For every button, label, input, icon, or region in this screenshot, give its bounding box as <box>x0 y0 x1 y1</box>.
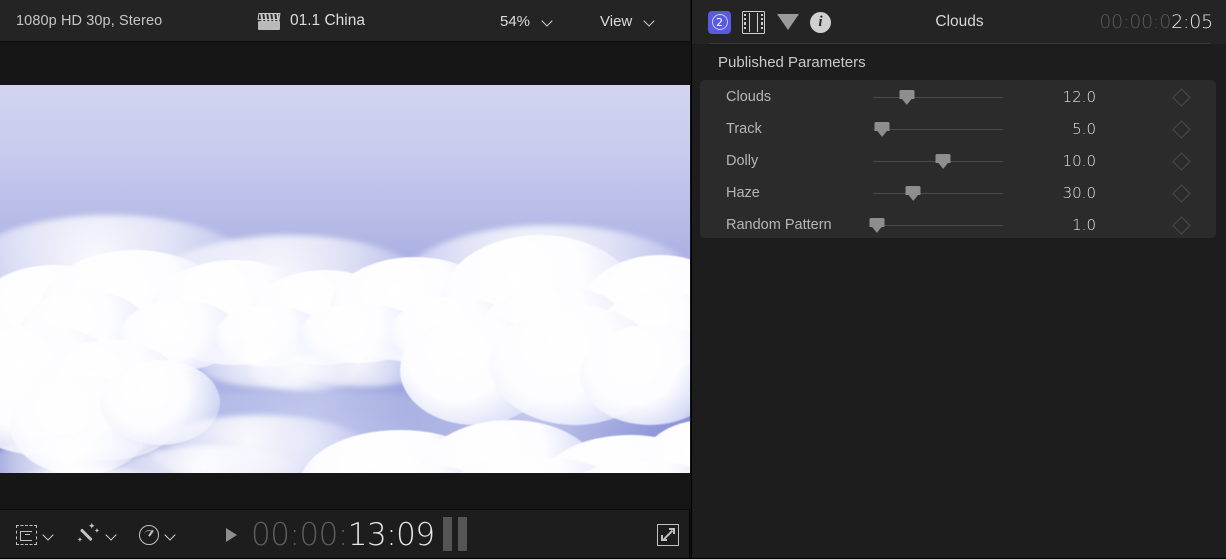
effects-badge-count: 2 <box>711 14 728 30</box>
slider-thumb[interactable] <box>905 186 921 201</box>
parameter-name-label: Random Pattern <box>726 217 832 233</box>
playhead-timecode-group[interactable]: 00:00: 13:09 <box>226 510 435 559</box>
pause-bars-icon[interactable] <box>443 517 467 551</box>
slider-thumb[interactable] <box>869 218 885 233</box>
slider-track <box>873 224 1003 226</box>
zoom-level-menu[interactable]: 54% <box>500 0 553 42</box>
parameter-name-label: Clouds <box>726 89 772 105</box>
parameter-row: Haze 30.0 <box>700 177 1216 209</box>
viewer-toolbar: 1080p HD 30p, Stereo 01.1 China 54% View <box>0 0 690 42</box>
parameter-value[interactable]: 5.0 <box>1010 120 1096 138</box>
parameter-value[interactable]: 30.0 <box>1010 184 1096 202</box>
timecode-dim-part: 00:00: <box>251 516 348 553</box>
parameter-value[interactable]: 1.0 <box>1010 216 1096 234</box>
parameter-row: Dolly 10.0 <box>700 145 1216 177</box>
viewer-pane: 1080p HD 30p, Stereo 01.1 China 54% View <box>0 0 690 558</box>
retime-button[interactable] <box>139 524 176 545</box>
timecode-bright-part: 13:09 <box>347 516 435 553</box>
keyframe-diamond-icon[interactable] <box>1172 119 1191 139</box>
slider-track <box>873 128 1003 130</box>
inspector-toolbar: 2 i Clouds 00:00:0 2:05 <box>692 0 1226 44</box>
chevron-down-icon <box>166 530 176 540</box>
clip-name-label: 01.1 China <box>290 12 365 29</box>
viewer-bottom-toolbar: ✦ ✦ ✦ 00:00: 13:09 <box>0 509 690 558</box>
film-strip-icon[interactable] <box>742 10 765 34</box>
effects-badge-icon[interactable]: 2 <box>708 10 731 34</box>
magic-wand-icon: ✦ ✦ ✦ <box>77 522 100 545</box>
parameter-row: Random Pattern 1.0 <box>700 209 1216 241</box>
keyframe-diamond-icon[interactable] <box>1172 183 1191 203</box>
parameter-slider[interactable] <box>873 85 1003 109</box>
info-icon[interactable]: i <box>810 12 831 33</box>
parameter-row: Clouds 12.0 <box>700 81 1216 113</box>
crop-transform-icon <box>16 524 37 545</box>
inspector-divider <box>709 43 1210 44</box>
parameter-slider[interactable] <box>873 117 1003 141</box>
parameter-name-label: Dolly <box>726 153 759 169</box>
slider-thumb[interactable] <box>899 90 915 105</box>
crop-transform-button[interactable] <box>16 524 54 545</box>
info-icon-glyph: i <box>818 14 823 30</box>
keyframe-diamond-icon[interactable] <box>1172 87 1191 107</box>
chevron-down-icon <box>44 530 54 540</box>
chevron-down-icon <box>107 530 117 540</box>
slider-thumb[interactable] <box>935 154 951 169</box>
parameter-slider[interactable] <box>873 181 1003 205</box>
parameter-slider[interactable] <box>873 149 1003 173</box>
parameter-name-label: Track <box>726 121 762 137</box>
slider-thumb[interactable] <box>874 122 890 137</box>
parameter-row: Track 5.0 <box>700 113 1216 145</box>
published-parameters-group: Clouds 12.0 Track 5.0 Dolly 10.0 Haze 30.0 Rando… <box>700 80 1216 238</box>
clip-format-label: 1080p HD 30p, Stereo <box>16 13 163 29</box>
parameter-value[interactable]: 10.0 <box>1010 152 1096 170</box>
clapperboard-icon <box>257 12 281 30</box>
keyframe-diamond-icon[interactable] <box>1172 215 1191 235</box>
inspector-timecode: 00:00:0 2:05 <box>1099 0 1213 44</box>
expand-fullscreen-button[interactable] <box>657 510 679 559</box>
app-window: 1080p HD 30p, Stereo 01.1 China 54% View <box>0 0 1226 558</box>
view-menu[interactable]: View <box>600 0 655 42</box>
chevron-down-icon <box>645 16 655 26</box>
triangle-down-icon[interactable] <box>776 11 799 34</box>
inspector-timecode-bright-part: 2:05 <box>1171 11 1213 33</box>
slider-track <box>873 96 1003 98</box>
effects-button[interactable]: ✦ ✦ ✦ <box>76 522 117 545</box>
published-parameters-header: Published Parameters <box>718 54 866 71</box>
keyframe-diamond-icon[interactable] <box>1172 151 1191 171</box>
viewer-timecode: 00:00: 13:09 <box>251 517 435 553</box>
zoom-level-label: 54% <box>500 12 531 30</box>
parameter-name-label: Haze <box>726 185 760 201</box>
speed-gauge-icon <box>139 524 159 545</box>
inspector-tab-icons: 2 i <box>708 0 831 44</box>
parameter-slider[interactable] <box>869 213 1003 237</box>
slider-track <box>873 192 1003 194</box>
clip-name-group: 01.1 China <box>257 0 365 42</box>
play-triangle-icon <box>226 527 237 542</box>
view-menu-label: View <box>600 12 633 30</box>
expand-fullscreen-icon <box>657 523 679 546</box>
chevron-down-icon <box>543 16 553 26</box>
parameter-value[interactable]: 12.0 <box>1010 88 1096 106</box>
video-preview[interactable] <box>0 85 690 473</box>
viewer-tool-icons: ✦ ✦ ✦ <box>16 510 176 559</box>
inspector-timecode-dim-part: 00:00:0 <box>1099 11 1172 33</box>
